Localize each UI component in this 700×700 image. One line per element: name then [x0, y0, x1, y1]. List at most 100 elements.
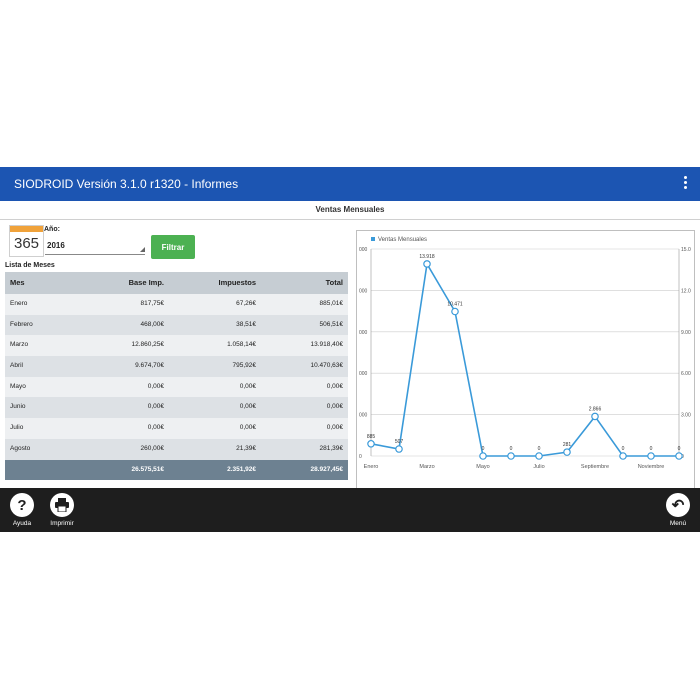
- anio-label: Año:: [44, 226, 60, 233]
- title-bar: SIODROID Versión 3.1.0 r1320 - Informes: [0, 167, 700, 201]
- print-button[interactable]: Imprimir: [42, 493, 82, 527]
- data-point: [479, 452, 487, 460]
- data-point: [619, 452, 627, 460]
- cell-mes: Junio: [10, 403, 26, 411]
- table-row[interactable]: Marzo 12.860,25€ 1.058,14€ 13.918,40€: [5, 335, 348, 357]
- x-tick-label: Marzo: [419, 464, 434, 470]
- data-label: 0: [482, 446, 485, 452]
- anio-select[interactable]: 2016: [45, 237, 145, 255]
- cell-mes: Marzo: [10, 341, 29, 349]
- data-label: 0: [650, 446, 653, 452]
- cell-impuestos: 0,00€: [239, 382, 256, 390]
- right-tick-label: 6.00: [681, 371, 691, 377]
- help-button[interactable]: ? Ayuda: [2, 493, 42, 527]
- cell-total: 13.918,40€: [310, 341, 343, 349]
- data-label: 0: [510, 446, 513, 452]
- left-tick-label: 000: [359, 247, 368, 253]
- cell-base: 0,00€: [147, 403, 164, 411]
- printer-icon: [50, 493, 74, 517]
- cell-impuestos: 0,00€: [239, 403, 256, 411]
- filters-panel: 365 Año: 2016 Filtrar: [5, 223, 350, 271]
- left-tick-label: 0: [359, 454, 362, 460]
- total-impuestos: 2.351,92€: [227, 465, 256, 473]
- header-mes[interactable]: Mes: [5, 272, 80, 294]
- cell-total: 0,00€: [326, 424, 343, 432]
- left-tick-label: 000: [359, 371, 368, 377]
- totals-row: 26.575,51€ 2.351,92€ 28.927,45€: [5, 459, 348, 480]
- x-tick-label: Enero: [364, 464, 379, 470]
- data-label: 10.471: [447, 302, 463, 308]
- cell-impuestos: 67,26€: [236, 300, 256, 307]
- legend-label: Ventas Mensuales: [378, 237, 427, 243]
- data-label: 0: [622, 446, 625, 452]
- total-label: [5, 460, 80, 480]
- lista-label: Lista de Meses: [5, 262, 55, 269]
- cell-base: 0,00€: [147, 382, 164, 390]
- calendar-icon: 365: [9, 225, 44, 257]
- table-row[interactable]: Febrero 468,00€ 38,51€ 506,51€: [5, 314, 348, 336]
- series-line: [370, 261, 679, 457]
- right-tick-label: 9.00: [681, 330, 691, 336]
- app-title: SIODROID Versión 3.1.0 r1320 - Informes: [14, 177, 239, 191]
- cell-base: 9.674,70€: [135, 362, 164, 370]
- table-row[interactable]: Agosto 260,00€ 21,39€ 281,39€: [5, 438, 348, 460]
- menu-button[interactable]: ↶ Menú: [658, 493, 698, 527]
- data-point: [675, 452, 683, 460]
- back-arrow-icon: ↶: [666, 493, 690, 517]
- anio-value: 2016: [47, 241, 65, 250]
- cell-base: 468,00€: [140, 320, 165, 328]
- data-label: 0: [538, 446, 541, 452]
- cell-base: 0,00€: [147, 424, 164, 432]
- data-point: [367, 439, 375, 448]
- section-title: Ventas Mensuales: [0, 201, 700, 220]
- data-label: 885: [367, 434, 376, 440]
- cell-mes: Agosto: [10, 444, 31, 452]
- cell-impuestos: 0,00€: [239, 424, 256, 432]
- table-row[interactable]: Abril 9.674,70€ 795,92€ 10.470,63€: [5, 356, 348, 377]
- cell-total: 10.470,63€: [310, 362, 343, 370]
- data-point: [395, 445, 403, 453]
- header-total[interactable]: Total: [256, 272, 348, 294]
- data-label: 2.866: [589, 406, 602, 412]
- table-row[interactable]: Enero 817,75€ 67,26€ 885,01€: [5, 294, 348, 315]
- left-tick-label: 000: [359, 288, 368, 294]
- table-row[interactable]: Junio 0,00€ 0,00€ 0,00€: [5, 397, 348, 419]
- sales-chart-panel: 0000000000000000 03.006.009.0012.015.0 E…: [356, 230, 695, 490]
- sales-line-chart: 0000000000000000 03.006.009.0012.015.0 E…: [359, 237, 691, 470]
- left-tick-label: 000: [359, 330, 368, 336]
- data-point: [423, 260, 431, 268]
- bottom-bar: ? Ayuda Imprimir ↶ Menú: [0, 488, 700, 532]
- x-axis-ticks: Enero Marzo Mayo Julio Septiembre Noviembre: [364, 464, 665, 470]
- cell-base: 817,75€: [140, 300, 165, 307]
- cell-impuestos: 1.058,14€: [227, 341, 256, 349]
- cell-total: 885,01€: [319, 300, 344, 307]
- data-point: [563, 448, 571, 456]
- menu-label: Menú: [669, 520, 687, 527]
- legend-swatch: [371, 237, 375, 241]
- header-base[interactable]: Base Imp.: [80, 272, 164, 294]
- chart-grid: [370, 248, 680, 457]
- dropdown-arrow-icon: [140, 247, 145, 252]
- print-label: Imprimir: [50, 520, 74, 527]
- data-label: 13.918: [419, 254, 435, 260]
- table-row[interactable]: Mayo 0,00€ 0,00€ 0,00€: [5, 376, 348, 398]
- cell-impuestos: 21,39€: [236, 444, 256, 452]
- right-tick-label: 12.0: [681, 288, 691, 294]
- left-axis-ticks: 0000000000000000: [359, 247, 368, 460]
- data-point: [451, 307, 459, 316]
- cell-total: 0,00€: [326, 403, 343, 411]
- x-tick-label: Mayo: [476, 464, 489, 470]
- cell-base: 260,00€: [140, 444, 165, 452]
- overflow-menu-icon[interactable]: [684, 176, 688, 192]
- cell-impuestos: 795,92€: [232, 362, 257, 370]
- data-point: [591, 412, 599, 421]
- app-window: SIODROID Versión 3.1.0 r1320 - Informes …: [0, 167, 700, 532]
- filtrar-button[interactable]: Filtrar: [151, 235, 195, 259]
- table-header: Mes Base Imp. Impuestos Total: [5, 272, 348, 294]
- help-icon: ?: [10, 493, 34, 517]
- table-row[interactable]: Julio 0,00€ 0,00€ 0,00€: [5, 418, 348, 439]
- help-label: Ayuda: [12, 520, 32, 527]
- header-impuestos[interactable]: Impuestos: [164, 272, 256, 294]
- cell-mes: Abril: [10, 362, 24, 370]
- right-axis-ticks: 0 3.00 6.00 9.00 12.0 15.0: [681, 247, 691, 460]
